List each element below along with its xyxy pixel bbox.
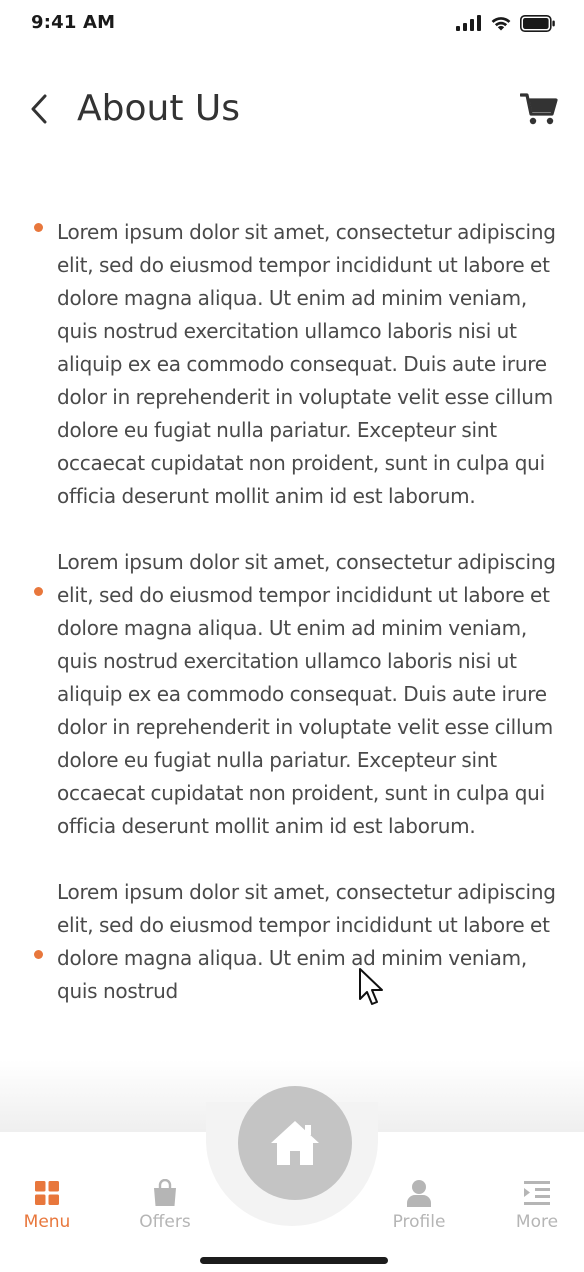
status-bar: 9:41 AM: [0, 0, 584, 48]
bullet-dot: [34, 223, 43, 232]
shopping-bag-icon: [150, 1178, 180, 1208]
paragraph-text: Lorem ipsum dolor sit amet, consectetur …: [57, 550, 556, 838]
grid-icon: [32, 1178, 62, 1208]
nav-item-offers[interactable]: Offers: [117, 1178, 213, 1232]
paragraph-text: Lorem ipsum dolor sit amet, consectetur …: [57, 220, 556, 508]
more-list-icon: [522, 1178, 552, 1208]
chevron-left-icon: [31, 94, 47, 124]
signal-icon: [456, 15, 481, 31]
about-paragraph: Lorem ipsum dolor sit amet, consectetur …: [0, 876, 584, 1008]
cart-button[interactable]: [519, 92, 558, 126]
nav-item-menu[interactable]: Menu: [0, 1178, 95, 1232]
back-button[interactable]: [24, 92, 54, 126]
status-time: 9:41 AM: [31, 12, 116, 33]
nav-item-more[interactable]: More: [489, 1178, 584, 1232]
home-indicator: [200, 1257, 388, 1264]
nav-label-offers: Offers: [139, 1212, 191, 1232]
nav-label-menu: Menu: [23, 1212, 71, 1232]
about-paragraph: Lorem ipsum dolor sit amet, consectetur …: [0, 546, 584, 843]
battery-icon: [520, 14, 555, 32]
about-paragraph: Lorem ipsum dolor sit amet, consectetur …: [0, 216, 584, 513]
bullet-dot: [34, 950, 43, 959]
home-button[interactable]: [238, 1086, 352, 1200]
status-icons: [456, 13, 556, 33]
about-content: Lorem ipsum dolor sit amet, consectetur …: [0, 216, 584, 1008]
paragraph-text: Lorem ipsum dolor sit amet, consectetur …: [57, 880, 556, 1003]
page-title: About Us: [77, 88, 240, 129]
nav-item-profile[interactable]: Profile: [371, 1178, 467, 1232]
nav-label-more: More: [515, 1212, 559, 1232]
bullet-dot: [34, 587, 43, 596]
nav-label-profile: Profile: [392, 1212, 446, 1232]
wifi-icon: [491, 17, 511, 31]
home-icon: [271, 1121, 319, 1165]
person-icon: [404, 1178, 434, 1208]
cart-icon: [519, 93, 558, 125]
header: About Us: [0, 80, 584, 140]
mouse-cursor-icon: [359, 968, 383, 1005]
